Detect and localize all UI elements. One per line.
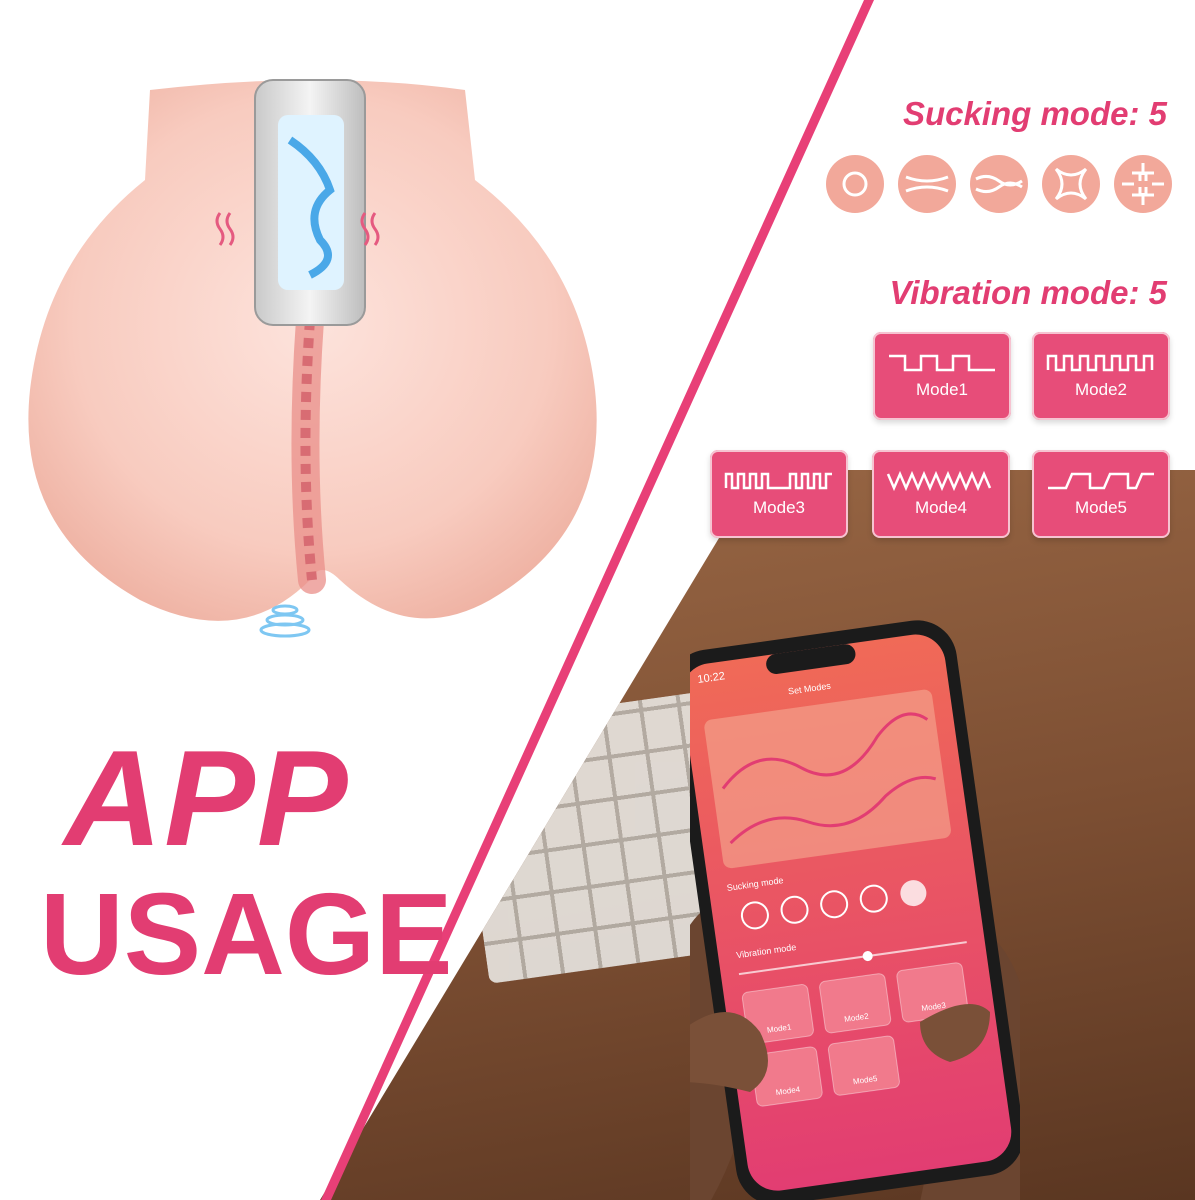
sucking-mode-icons <box>826 155 1172 215</box>
square-wave-icon <box>889 354 995 372</box>
vibration-mode-label: Mode2 <box>1075 380 1127 399</box>
vibration-mode-4: Mode4 <box>872 450 1010 538</box>
sucking-mode-title: Sucking mode: 5 <box>902 95 1167 132</box>
vibration-mode-label: Mode1 <box>916 380 968 399</box>
vibration-mode-2: Mode2 <box>1032 332 1170 420</box>
ring-icon <box>826 155 884 213</box>
product-banner: APP USAGE Sucking mode: 5 Vibration mode… <box>0 0 1195 1200</box>
headline-usage: USAGE <box>40 869 453 999</box>
double-wave-icon <box>970 155 1028 213</box>
step-wave-icon <box>1048 472 1154 490</box>
vibration-mode-label: Mode3 <box>753 498 805 517</box>
dense-square-wave-icon <box>1046 354 1154 372</box>
vibration-mode-1: Mode1 <box>873 332 1011 420</box>
vibration-mode-label: Mode5 <box>1075 498 1127 517</box>
wave-ball-icon <box>898 155 956 213</box>
maze-icon <box>1114 155 1172 213</box>
burst-square-wave-icon <box>724 472 832 490</box>
smartphone: 10:22 Set Modes Sucking mode Vibration m… <box>690 620 1020 1200</box>
headline-app: APP <box>64 722 350 874</box>
zigzag-wave-icon <box>886 470 992 492</box>
vibration-mode-title: Vibration mode: 5 <box>889 274 1167 311</box>
vibration-mode-5: Mode5 <box>1032 450 1170 538</box>
cross-petal-icon <box>1042 155 1100 213</box>
vibration-mode-label: Mode4 <box>915 498 967 517</box>
product-illustration <box>28 79 597 638</box>
vibration-mode-3: Mode3 <box>710 450 848 538</box>
